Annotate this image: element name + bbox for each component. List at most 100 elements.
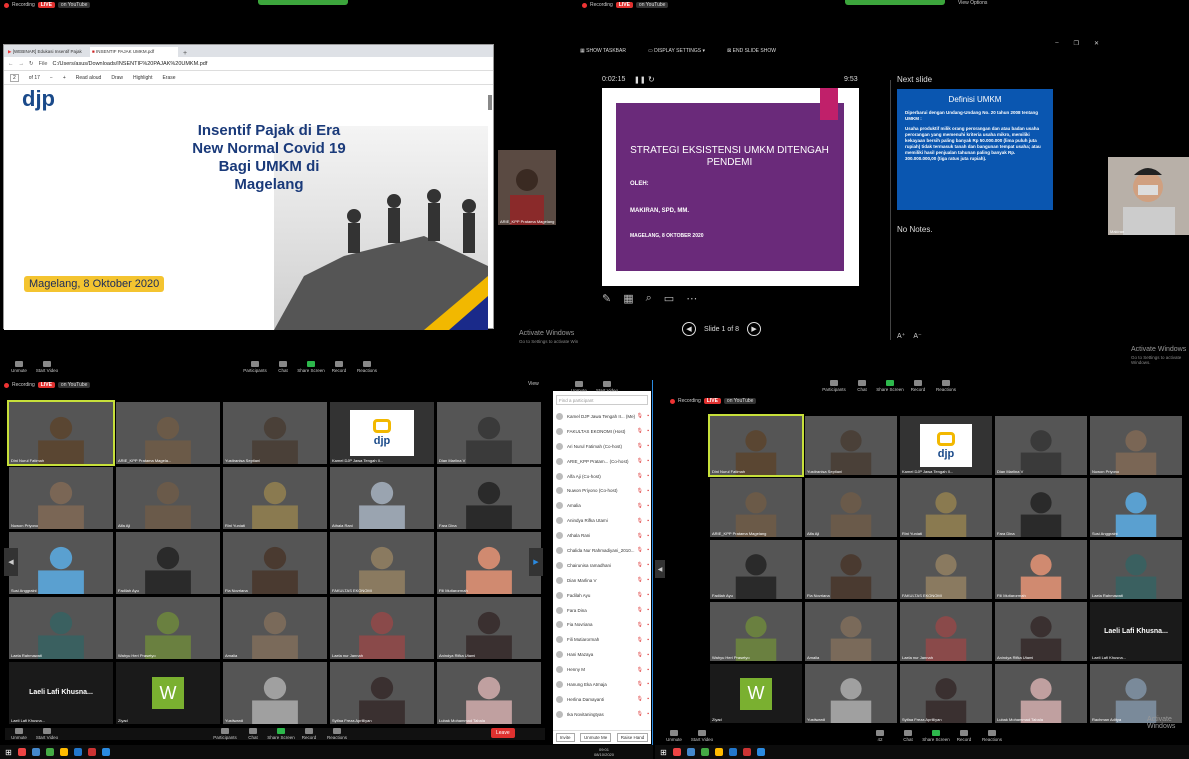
video-tile[interactable]: Laela nur Jannah [900,602,992,661]
page-input[interactable]: 2 [10,73,19,82]
participant-row[interactable]: Dian Marlina V 🎙 ▪ [553,573,651,588]
gallery-next-button[interactable]: ▶ [529,548,543,576]
zoom-icon[interactable] [101,748,110,756]
chat-button[interactable]: Chat [894,730,922,742]
video-tile[interactable]: FAKULTAS EKONOMI [900,540,992,599]
app-icon[interactable] [17,748,26,756]
unmute-button[interactable]: Unmute [565,381,593,393]
participant-row[interactable]: Henny M 🎙 ▪ [553,662,651,677]
video-tile[interactable]: Laela Rahmawati [1090,540,1182,599]
video-tile[interactable]: Nuwon Priyono [9,467,113,529]
participant-row[interactable]: Hani Mazaya 🎙 ▪ [553,647,651,662]
video-tile[interactable]: Susi Anggraini [1090,478,1182,537]
share-screen-button[interactable]: Share Screen [876,380,904,392]
previous-slide-button[interactable]: ◀ [682,322,696,336]
participant-row[interactable]: Hanung Eka Atmaja 🎙 ▪ [553,677,651,692]
participant-row[interactable]: Fadilah Ayu 🎙 ▪ [553,588,651,603]
powerpoint-icon[interactable] [742,748,751,756]
display-settings-button[interactable]: ▭ DISPLAY SETTINGS ▾ [648,48,705,54]
draw-button[interactable]: Draw [111,75,123,81]
participant-row[interactable]: Ari Nurul Fatimah (Co-host) 🎙 ▪ [553,439,651,454]
video-tile[interactable]: Wahyu Heri Prasetyo [710,602,802,661]
video-tile[interactable]: Dini Nurul Fatimah [7,400,115,466]
chat-button[interactable]: Chat [239,728,267,740]
participant-row[interactable]: Alfa Aji (Co-host) 🎙 ▪ [553,469,651,484]
youtube-label[interactable]: on YouTube [57,382,91,388]
video-tile[interactable]: Syifaa Freza Aprilliyan [330,662,434,724]
see-all-slides-icon[interactable]: ▦ [623,292,633,305]
show-taskbar-button[interactable]: ▦ SHOW TASKBAR [580,48,626,54]
video-tile[interactable]: Fara Dina [995,478,1087,537]
restore-icon[interactable]: ❐ [1074,40,1079,47]
chat-button[interactable]: Chat [848,380,876,392]
gallery-right-prev-button[interactable]: ◀ [655,560,665,578]
zoom-icon[interactable]: ⌕ [646,292,652,305]
app-icon[interactable] [686,748,695,756]
video-tile[interactable]: Dian Marlina V [995,416,1087,475]
next-slide-button[interactable]: ▶ [747,322,762,336]
live-badge[interactable]: LIVE [37,382,55,388]
participant-row[interactable]: Kamel DJP Jawa Tengah II... (Me) 🎙 ▪ [553,409,651,424]
zoom-in-button[interactable]: + [63,75,66,81]
video-tile[interactable]: Anindya Rifka Utami [995,602,1087,661]
video-tile[interactable]: Fia Novriana [223,532,327,594]
highlight-button[interactable]: Highlight [133,75,152,81]
video-tile[interactable]: Nuwon Priyono [1090,416,1182,475]
pen-icon[interactable]: ✎ [602,292,611,305]
video-tile[interactable]: Amalia [805,602,897,661]
youtube-label[interactable]: on YouTube [635,2,669,8]
participant-row[interactable]: Athala Rani 🎙 ▪ [553,528,651,543]
participant-search-input[interactable]: Find a participant [556,395,648,405]
word-icon[interactable] [728,748,737,756]
app-icon[interactable] [31,748,40,756]
more-options-icon[interactable]: ⋯ [686,292,697,305]
video-tile[interactable]: Yustiwardi [805,664,897,723]
back-icon[interactable]: ← [8,61,14,67]
view-button[interactable]: View [528,381,539,387]
video-tile[interactable]: Alfa Aji [116,467,220,529]
participant-row[interactable]: ARIE_KPP Pratam... (Co-host) 🎙 ▪ [553,454,651,469]
new-tab-button[interactable]: + [180,50,190,57]
word-icon[interactable] [73,748,82,756]
start-video-button[interactable]: Start Video [33,361,61,373]
participant-row[interactable]: Fili Mutiarormah 🎙 ▪ [553,632,651,647]
video-tile[interactable]: Laela nur Jannah [330,597,434,659]
end-slide-show-button[interactable]: ⊠ END SLIDE SHOW [727,48,776,54]
video-tile[interactable]: Fara Dina [437,467,541,529]
video-tile[interactable]: Susi Anggraini [9,532,113,594]
start-video-button[interactable]: Start Video [688,730,716,742]
chat-button[interactable]: Chat [269,361,297,373]
record-button[interactable]: Record [950,730,978,742]
share-screen-button[interactable]: Share Screen [297,361,325,373]
tab-webinar[interactable]: ▶ [WEBINAR] Edukasi Insentif Pajak [6,47,88,57]
pause-icon[interactable]: ❚❚ [634,76,646,84]
record-button[interactable]: Record [325,361,353,373]
participant-row[interactable]: FAKULTAS EKONOMI (Host) 🎙 ▪ [553,424,651,439]
url-field[interactable]: C:/Users/asus/Downloads/INSENTIF%20PAJAK… [52,61,207,67]
minimize-icon[interactable]: – [1055,40,1058,47]
live-badge[interactable]: LIVE [703,398,721,404]
reactions-button[interactable]: Reactions [353,361,381,373]
participants-button[interactable]: Participants [241,361,269,373]
participant-row[interactable]: Fara Dina 🎙 ▪ [553,603,651,618]
video-tile[interactable]: Fili Mutiarormah [437,532,541,594]
video-tile[interactable]: W Ziyad [710,664,802,723]
unmute-me-button[interactable]: Unmute Me [579,733,612,742]
participant-row[interactable]: Amalia 🎙 ▪ [553,498,651,513]
video-tile[interactable]: Lubak Mohammad Tabala [995,664,1087,723]
app-icon[interactable] [45,748,54,756]
view-options-button[interactable]: View Options [958,0,987,6]
video-tile[interactable]: Syifaa Freza Aprilliyan [900,664,992,723]
panel-divider[interactable] [652,380,653,745]
live-badge[interactable]: LIVE [615,2,633,8]
start-video-button[interactable]: Start Video [33,728,61,740]
participant-row[interactable]: Fia Novriana 🎙 ▪ [553,617,651,632]
video-tile[interactable]: Athala Rani [330,467,434,529]
share-screen-button[interactable]: Share Screen [267,728,295,740]
app-icon[interactable] [672,748,681,756]
video-tile[interactable]: Rachman Aditya [1090,664,1182,723]
video-tile[interactable]: Laeli Lafi Khusna... Laeli Lafi Khusna... [1090,602,1182,661]
share-screen-button[interactable]: Share Screen [922,730,950,742]
video-tile[interactable]: Laela Rahmawati [9,597,113,659]
app-icon[interactable] [700,748,709,756]
